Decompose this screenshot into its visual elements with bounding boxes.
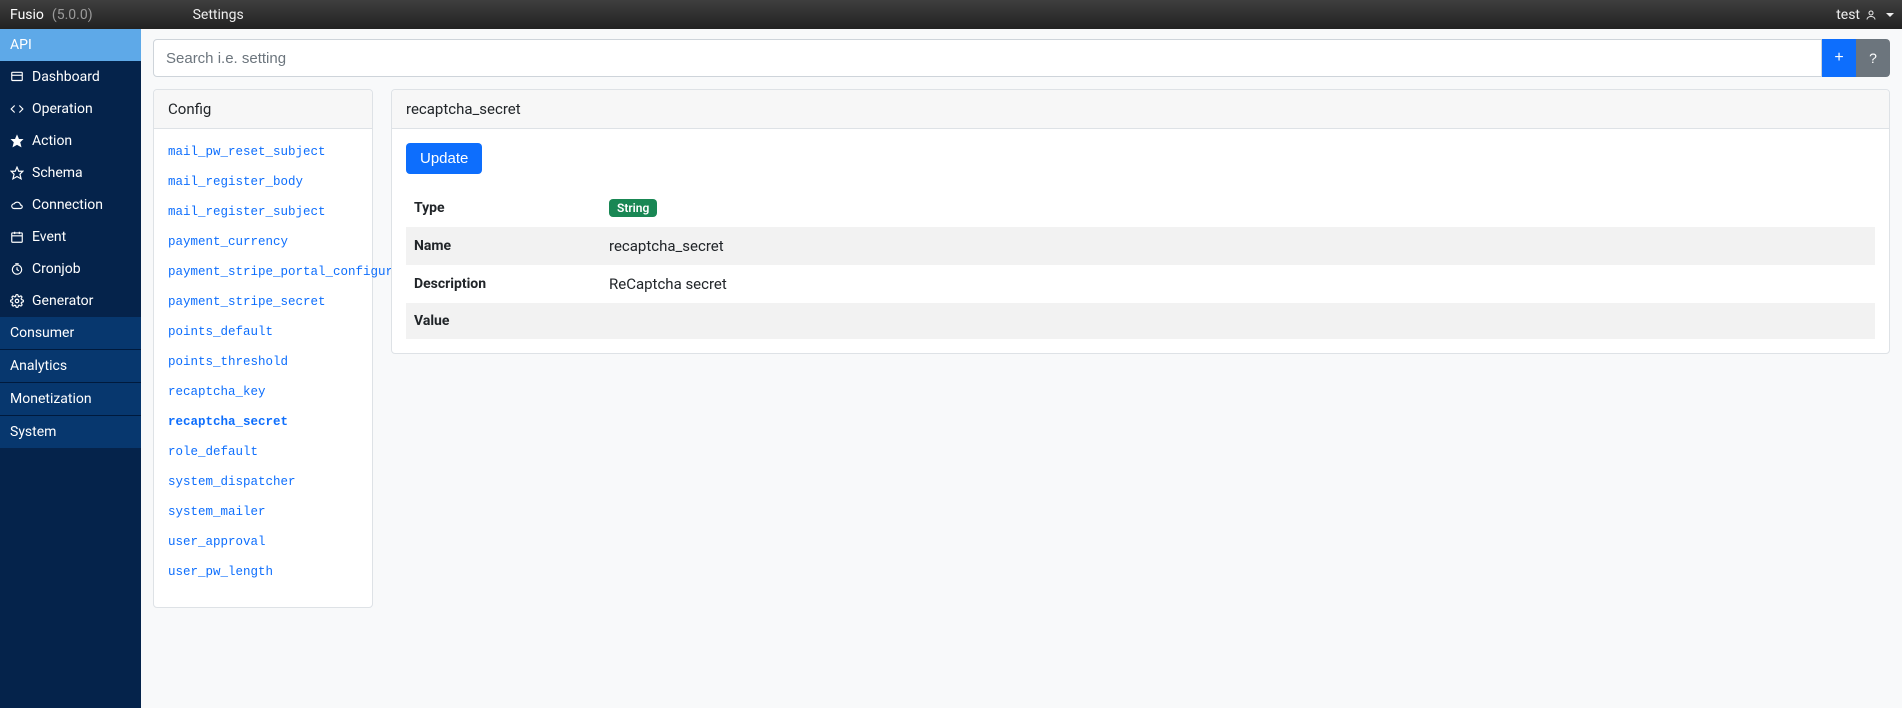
sidebar-item-dashboard[interactable]: Dashboard bbox=[0, 61, 141, 93]
config-link[interactable]: points_default bbox=[168, 325, 273, 339]
sidebar-item-label: Schema bbox=[32, 165, 83, 181]
chevron-down-icon bbox=[1886, 13, 1894, 17]
config-link[interactable]: system_dispatcher bbox=[168, 475, 296, 489]
user-icon bbox=[1864, 8, 1878, 22]
sidebar-section-analytics[interactable]: Analytics bbox=[0, 349, 141, 382]
topbar-left: Fusio (5.0.0) bbox=[8, 7, 93, 23]
sidebar-section-system[interactable]: System bbox=[0, 415, 141, 448]
sidebar-item-action[interactable]: Action bbox=[0, 125, 141, 157]
user-menu[interactable]: test bbox=[1836, 7, 1894, 23]
topbar: Fusio (5.0.0) Settings test bbox=[0, 0, 1902, 29]
detail-value-type: String bbox=[601, 188, 1875, 227]
sidebar-item-label: Cronjob bbox=[32, 261, 81, 277]
config-link[interactable]: role_default bbox=[168, 445, 258, 459]
config-link[interactable]: mail_register_subject bbox=[168, 205, 326, 219]
main: + ? Config mail_pw_reset_subject mail_reg… bbox=[141, 29, 1902, 708]
clock-icon bbox=[10, 262, 24, 276]
config-link[interactable]: user_approval bbox=[168, 535, 266, 549]
detail-row-value: Value bbox=[406, 303, 1875, 339]
sidebar-item-label: Generator bbox=[32, 293, 93, 309]
config-list-item: payment_stripe_portal_configur bbox=[168, 263, 358, 279]
sidebar-item-connection[interactable]: Connection bbox=[0, 189, 141, 221]
search-row: + ? bbox=[153, 39, 1890, 77]
help-button[interactable]: ? bbox=[1856, 39, 1890, 77]
detail-row-name: Name recaptcha_secret bbox=[406, 227, 1875, 265]
config-link[interactable]: payment_stripe_secret bbox=[168, 295, 326, 309]
config-list-item: user_pw_length bbox=[168, 563, 358, 579]
sidebar-item-schema[interactable]: Schema bbox=[0, 157, 141, 189]
page-title: Settings bbox=[193, 7, 244, 23]
config-list-item: user_approval bbox=[168, 533, 358, 549]
config-list-item: mail_register_subject bbox=[168, 203, 358, 219]
sidebar-item-label: Action bbox=[32, 133, 72, 149]
config-list-item: payment_stripe_secret bbox=[168, 293, 358, 309]
config-panel: Config mail_pw_reset_subject mail_registe… bbox=[153, 89, 373, 608]
detail-label-value: Value bbox=[406, 303, 601, 339]
config-list-item: points_default bbox=[168, 323, 358, 339]
sidebar: API Dashboard Operation Action Schema Connec… bbox=[0, 29, 141, 708]
detail-label-type: Type bbox=[406, 188, 601, 227]
config-list-item: recaptcha_secret bbox=[168, 413, 358, 429]
config-list-item: points_threshold bbox=[168, 353, 358, 369]
sidebar-section-consumer[interactable]: Consumer bbox=[0, 317, 141, 349]
detail-value-description: ReCaptcha secret bbox=[601, 265, 1875, 303]
config-panel-header: Config bbox=[154, 90, 372, 129]
detail-panel: recaptcha_secret Update Type String Name… bbox=[391, 89, 1890, 354]
gear-icon bbox=[10, 294, 24, 308]
sidebar-item-event[interactable]: Event bbox=[0, 221, 141, 253]
config-link[interactable]: user_pw_length bbox=[168, 565, 273, 579]
detail-value-name: recaptcha_secret bbox=[601, 227, 1875, 265]
sidebar-item-label: Dashboard bbox=[32, 69, 100, 85]
detail-label-description: Description bbox=[406, 265, 601, 303]
sidebar-item-label: Connection bbox=[32, 197, 103, 213]
dashboard-icon bbox=[10, 70, 24, 84]
sidebar-item-label: Event bbox=[32, 229, 66, 245]
config-link[interactable]: recaptcha_key bbox=[168, 385, 266, 399]
detail-row-description: Description ReCaptcha secret bbox=[406, 265, 1875, 303]
config-link[interactable]: mail_register_body bbox=[168, 175, 303, 189]
config-link[interactable]: mail_pw_reset_subject bbox=[168, 145, 326, 159]
code-icon bbox=[10, 102, 24, 116]
detail-row-type: Type String bbox=[406, 188, 1875, 227]
detail-label-name: Name bbox=[406, 227, 601, 265]
sidebar-item-cronjob[interactable]: Cronjob bbox=[0, 253, 141, 285]
calendar-icon bbox=[10, 230, 24, 244]
sidebar-item-generator[interactable]: Generator bbox=[0, 285, 141, 317]
config-list-item: role_default bbox=[168, 443, 358, 459]
config-list-item: payment_currency bbox=[168, 233, 358, 249]
sidebar-item-operation[interactable]: Operation bbox=[0, 93, 141, 125]
config-link[interactable]: system_mailer bbox=[168, 505, 266, 519]
config-link[interactable]: payment_stripe_portal_configur bbox=[168, 265, 393, 279]
config-list-item: recaptcha_key bbox=[168, 383, 358, 399]
content-row: Config mail_pw_reset_subject mail_registe… bbox=[153, 89, 1890, 608]
config-link[interactable]: points_threshold bbox=[168, 355, 288, 369]
config-link[interactable]: payment_currency bbox=[168, 235, 288, 249]
star-outline-icon bbox=[10, 166, 24, 180]
config-list-item: system_dispatcher bbox=[168, 473, 358, 489]
cloud-icon bbox=[10, 198, 24, 212]
detail-panel-header: recaptcha_secret bbox=[392, 90, 1889, 129]
config-list-item: mail_pw_reset_subject bbox=[168, 143, 358, 159]
sidebar-section-monetization[interactable]: Monetization bbox=[0, 382, 141, 415]
brand-name: Fusio bbox=[10, 7, 44, 23]
config-list: mail_pw_reset_subject mail_register_bodym… bbox=[168, 143, 358, 579]
brand-version: (5.0.0) bbox=[52, 7, 93, 23]
detail-value-value bbox=[601, 303, 1875, 339]
config-list-item: system_mailer bbox=[168, 503, 358, 519]
detail-table: Type String Name recaptcha_secret Descri… bbox=[406, 188, 1875, 339]
star-icon bbox=[10, 134, 24, 148]
sidebar-section-api[interactable]: API bbox=[0, 29, 141, 61]
user-name: test bbox=[1836, 7, 1860, 23]
sidebar-item-label: Operation bbox=[32, 101, 93, 117]
update-button[interactable]: Update bbox=[406, 143, 482, 174]
config-list-item: mail_register_body bbox=[168, 173, 358, 189]
add-button[interactable]: + bbox=[1822, 39, 1856, 77]
search-input[interactable] bbox=[153, 39, 1822, 77]
type-badge: String bbox=[609, 199, 657, 217]
config-link[interactable]: recaptcha_secret bbox=[168, 415, 288, 429]
